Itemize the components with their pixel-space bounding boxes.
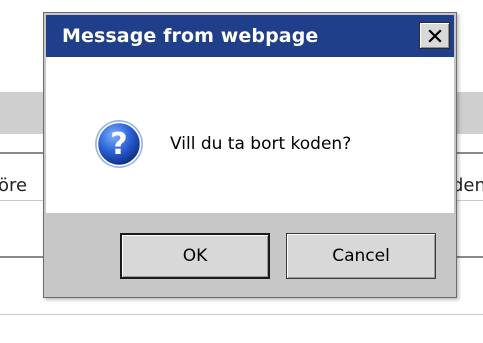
dialog-titlebar[interactable]: Message from webpage [46,15,454,57]
dialog-message: Vill du ta bort koden? [170,134,352,154]
dialog-content: ? Vill du ta bort koden? [46,57,454,213]
background-column-header-left: öre [0,175,28,196]
background-divider [0,314,483,315]
ok-button-label: OK [182,246,208,266]
close-icon [427,28,442,43]
close-button[interactable] [419,22,450,49]
cancel-button-label: Cancel [332,246,390,266]
question-icon: ? [95,120,143,168]
ok-button[interactable]: OK [120,233,270,279]
dialog-button-area: OK Cancel [46,213,454,295]
svg-text:?: ? [110,127,127,162]
webpage-background: öre den Message from webpage ? Vill du t… [0,0,483,343]
cancel-button[interactable]: Cancel [286,233,436,279]
message-dialog: Message from webpage ? Vill du ta bort k… [43,12,457,298]
dialog-title: Message from webpage [62,25,319,47]
